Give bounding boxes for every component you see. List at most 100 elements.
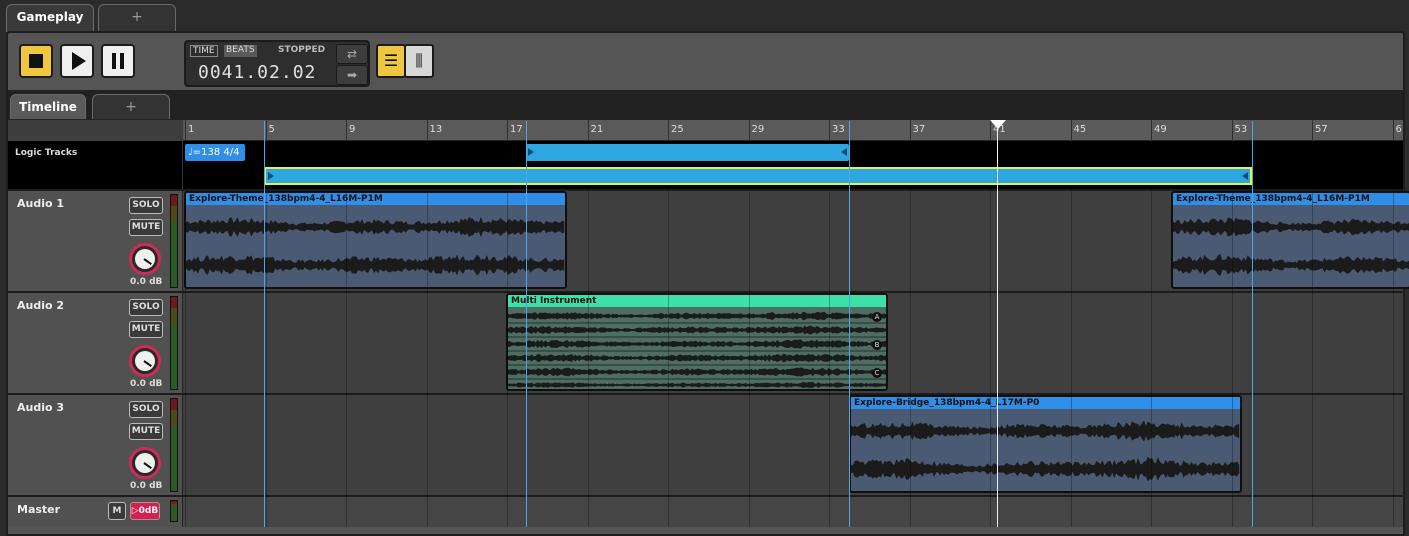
ruler-header (8, 120, 183, 141)
level-meter (170, 296, 178, 390)
beats-mode-toggle[interactable]: BEATS (224, 45, 257, 57)
follow-button[interactable]: ➡ (336, 65, 368, 85)
track-name: Audio 1 (17, 197, 65, 210)
volume-knob[interactable] (129, 447, 161, 479)
ruler-tick (507, 120, 508, 141)
waveform (851, 420, 1240, 482)
time-mode-toggle[interactable]: TIME (190, 45, 218, 57)
waveform (186, 216, 565, 276)
track-lane[interactable]: Explore-Theme_138bpm4-4_L16M-P1M Explore… (184, 191, 1409, 291)
transport-status: STOPPED (278, 45, 326, 55)
play-button[interactable] (60, 44, 94, 78)
ruler-tick-label: 9 (349, 124, 356, 135)
list-icon: ☰ (383, 51, 399, 70)
audio-clip[interactable]: Explore-Theme_138bpm4-4_L16M-P1M (1171, 191, 1409, 289)
ruler-tick-label: 53 (1234, 124, 1248, 135)
ruler-tick (1070, 120, 1072, 141)
track-name: Audio 2 (17, 299, 65, 312)
region-start-icon (528, 148, 534, 156)
mute-button[interactable]: MUTE (129, 321, 163, 338)
tab-gameplay[interactable]: Gameplay (6, 4, 94, 32)
ruler-tick (426, 120, 428, 141)
arrow-right-icon: ➡ (346, 68, 358, 82)
volume-readout: 0.0 dB (130, 379, 163, 389)
region-end-icon (841, 148, 847, 156)
loop-start-line (264, 121, 265, 527)
volume-knob[interactable] (129, 243, 161, 275)
clip-title: Explore-Bridge_138bpm4-4_L17M-P0 (851, 397, 1240, 409)
region-end-line (849, 121, 850, 527)
loop-end-line (1252, 121, 1253, 527)
logic-tracks-row: Logic Tracks ♩=138 4/4 (8, 141, 1403, 189)
master-gain-button[interactable]: ▷0dB (130, 502, 160, 520)
level-meter (170, 194, 178, 288)
mixer-icon: ⫼ (415, 51, 423, 70)
pause-button[interactable] (101, 44, 135, 78)
lane-marker-b[interactable]: B (872, 340, 882, 350)
playhead-line (997, 121, 998, 527)
audio-clip[interactable]: Explore-Theme_138bpm4-4_L16M-P1M (184, 191, 567, 289)
ruler-tick-label: 1 (188, 124, 195, 135)
ruler-tick-label: 37 (912, 124, 926, 135)
solo-button[interactable]: SOLO (129, 299, 163, 316)
add-timeline-tab-button[interactable]: + (92, 94, 170, 120)
multi-instrument-clip[interactable]: Multi Instrument A B C (506, 293, 888, 391)
track-header: Audio 3 SOLO MUTE 0.0 dB (8, 395, 183, 495)
ruler-tick-label: 5 (268, 124, 275, 135)
ruler-tick-label: 33 (832, 124, 845, 135)
ruler-tick-label: 21 (590, 124, 604, 135)
lane-marker-a[interactable]: A (872, 312, 882, 322)
track-lane[interactable]: Explore-Bridge_138bpm4-4_L17M-P0 (184, 395, 1403, 495)
track-header: Audio 1 SOLO MUTE 0.0 dB (8, 191, 183, 291)
ruler-tick-label: 13 (429, 124, 443, 135)
track-name: Audio 3 (17, 401, 65, 414)
volume-knob[interactable] (129, 345, 161, 377)
level-meter (170, 398, 178, 492)
track-master: Master M ▷0dB (8, 495, 1403, 527)
ruler-tick (265, 120, 267, 141)
list-view-button[interactable]: ☰ (376, 44, 406, 78)
lane-marker-c[interactable]: C (872, 368, 882, 378)
track-lane[interactable]: Multi Instrument A B C (184, 293, 1403, 393)
audio-clip[interactable]: Explore-Bridge_138bpm4-4_L17M-P0 (849, 395, 1242, 493)
ruler-tick (829, 120, 830, 141)
ruler-tick-label: 29 (751, 124, 765, 135)
stop-icon (29, 54, 43, 68)
ruler-tick (748, 120, 750, 141)
document-tabs: Gameplay + (0, 0, 1409, 32)
master-mute-button[interactable]: M (108, 502, 126, 520)
solo-button[interactable]: SOLO (129, 197, 163, 214)
waveform (1173, 217, 1409, 277)
mute-button[interactable]: MUTE (129, 219, 163, 236)
logic-region[interactable] (526, 144, 849, 161)
loop-button[interactable]: ⇄ (336, 44, 368, 64)
playhead-marker-icon[interactable] (990, 120, 1006, 129)
tab-timeline[interactable]: Timeline (10, 94, 86, 120)
mixer-view-button[interactable]: ⫼ (404, 44, 434, 78)
volume-readout: 0.0 dB (130, 277, 163, 287)
tempo-label: =138 4/4 (192, 147, 240, 158)
timeline-ruler[interactable]: 1 5 9 13 17 21 25 29 33 37 41 45 49 53 57 6 (8, 119, 1403, 141)
waveform (508, 311, 886, 389)
mute-button[interactable]: MUTE (129, 423, 163, 440)
tempo-marker[interactable]: ♩=138 4/4 (185, 144, 245, 161)
ruler-tick-label: 49 (1154, 124, 1167, 135)
ruler-tick (1392, 120, 1394, 141)
timeline-tab-strip: Timeline + (8, 90, 1403, 120)
master-level-meter (170, 500, 178, 522)
ruler-tick (1231, 120, 1233, 141)
track-audio-1: Audio 1 SOLO MUTE 0.0 dB Explore-Theme_1… (8, 189, 1409, 291)
add-tab-button[interactable]: + (98, 4, 176, 32)
ruler-tick-label: 45 (1073, 124, 1087, 135)
logic-tracks-label: Logic Tracks (15, 148, 78, 158)
track-header: Master M ▷0dB (8, 497, 183, 527)
ruler-tick (346, 120, 347, 141)
track-header: Audio 2 SOLO MUTE 0.0 dB (8, 293, 183, 393)
loop-region[interactable] (264, 167, 1252, 185)
solo-button[interactable]: SOLO (129, 401, 163, 418)
play-icon (71, 52, 86, 70)
clip-title: Explore-Theme_138bpm4-4_L16M-P1M (186, 193, 565, 205)
ruler-tick (1151, 120, 1152, 141)
stop-button[interactable] (19, 44, 53, 78)
pause-icon (112, 53, 124, 69)
